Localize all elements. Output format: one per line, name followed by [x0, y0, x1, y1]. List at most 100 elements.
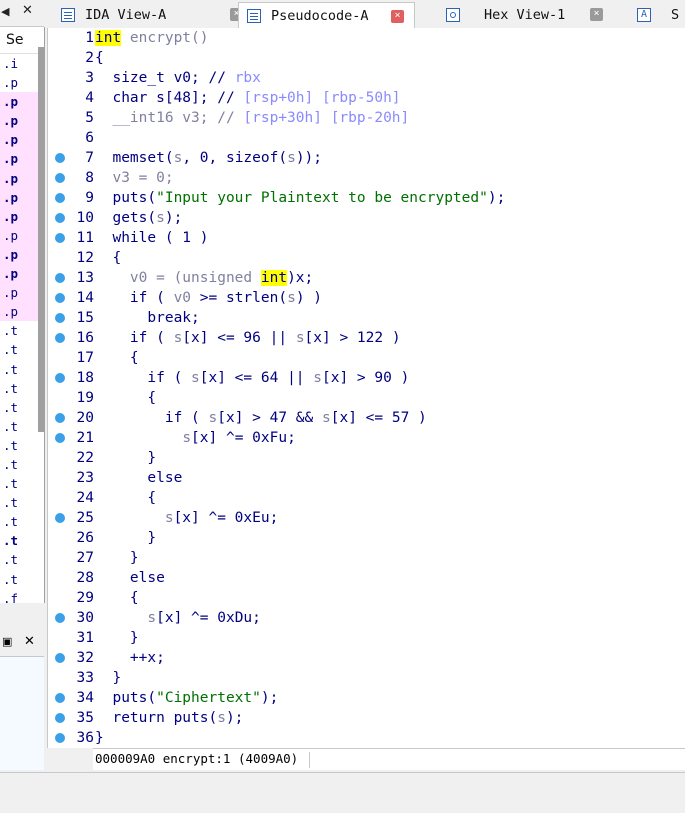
tab-pseudocode-a[interactable]: Pseudocode-A ×	[238, 2, 415, 29]
code-token[interactable]: )x;	[287, 270, 313, 286]
code-token[interactable]: size_t v0; //	[95, 70, 235, 86]
code-text[interactable]: s[x] ^= 0xDu;	[95, 608, 261, 628]
code-text[interactable]: while ( 1 )	[95, 228, 208, 248]
code-text[interactable]: size_t v0; // rbx	[95, 68, 260, 88]
segments-scrollbar[interactable]	[38, 47, 44, 432]
code-line[interactable]: 4 char s[48]; // [rsp+0h] [rbp-50h]	[48, 88, 685, 108]
code-text[interactable]: v0 = (unsigned int)x;	[95, 268, 313, 288]
breakpoint-dot-icon[interactable]	[55, 693, 65, 703]
code-token[interactable]: s	[182, 430, 191, 446]
code-token[interactable]: {	[95, 350, 139, 366]
breakpoint-dot-icon[interactable]	[55, 333, 65, 343]
code-text[interactable]: }	[95, 628, 139, 648]
code-line[interactable]: 8 v3 = 0;	[48, 168, 685, 188]
breakpoint-dot-icon[interactable]	[55, 713, 65, 723]
code-token[interactable]: return puts(	[95, 710, 217, 726]
code-token[interactable]: int	[260, 270, 288, 286]
code-token[interactable]: s	[156, 210, 165, 226]
code-token[interactable]: >= strlen(	[191, 290, 287, 306]
code-token[interactable]: }	[95, 730, 104, 746]
segment-row[interactable]: .f	[0, 589, 44, 603]
code-line[interactable]: 36}	[48, 728, 685, 748]
breakpoint-dot-icon[interactable]	[55, 433, 65, 443]
code-token[interactable]: , 0, sizeof(	[182, 150, 287, 166]
code-token[interactable]: gets(	[95, 210, 156, 226]
code-line[interactable]: 24 {	[48, 488, 685, 508]
code-token[interactable]: puts(	[95, 190, 156, 206]
code-token[interactable]: {	[95, 490, 156, 506]
code-line[interactable]: 29 {	[48, 588, 685, 608]
close-icon[interactable]: ✕	[22, 3, 33, 18]
code-line[interactable]: 26 }	[48, 528, 685, 548]
code-token[interactable]: puts(	[95, 690, 156, 706]
code-text[interactable]: {	[95, 248, 121, 268]
code-text[interactable]: gets(s);	[95, 208, 182, 228]
code-token[interactable]: if (	[95, 330, 174, 346]
code-token[interactable]: if (	[95, 410, 209, 426]
code-token[interactable]: s	[287, 150, 296, 166]
code-text[interactable]: else	[95, 568, 165, 588]
code-token[interactable]: [x] ^= 0xEu;	[174, 510, 279, 526]
breakpoint-dot-icon[interactable]	[55, 233, 65, 243]
code-text[interactable]: break;	[95, 308, 199, 328]
code-token[interactable]: else	[95, 470, 182, 486]
code-line[interactable]: 9 puts("Input your Plaintext to be encry…	[48, 188, 685, 208]
code-text[interactable]: __int16 v3; // [rsp+30h] [rbp-20h]	[95, 108, 409, 128]
code-token[interactable]: [x] <= 64 ||	[200, 370, 314, 386]
code-text[interactable]: if ( s[x] > 47 && s[x] <= 57 )	[95, 408, 427, 428]
code-text[interactable]: }	[95, 528, 156, 548]
code-text[interactable]: else	[95, 468, 182, 488]
code-token[interactable]: s	[191, 370, 200, 386]
code-text[interactable]: int encrypt()	[95, 28, 209, 48]
segment-row[interactable]: .t	[0, 512, 44, 531]
code-text[interactable]: if ( s[x] <= 96 || s[x] > 122 )	[95, 328, 401, 348]
code-text[interactable]: puts("Ciphertext");	[95, 688, 278, 708]
code-line[interactable]: 32 ++x;	[48, 648, 685, 668]
breakpoint-dot-icon[interactable]	[55, 653, 65, 663]
code-token[interactable]	[95, 430, 182, 446]
code-line[interactable]: 15 break;	[48, 308, 685, 328]
code-token[interactable]: ) )	[296, 290, 322, 306]
code-token[interactable]: s	[147, 610, 156, 626]
code-line[interactable]: 31 }	[48, 628, 685, 648]
code-token[interactable]: }	[95, 450, 156, 466]
code-line[interactable]: 10 gets(s);	[48, 208, 685, 228]
code-token[interactable]: [x] ^= 0xDu;	[156, 610, 261, 626]
code-line[interactable]: 13 v0 = (unsigned int)x;	[48, 268, 685, 288]
code-text[interactable]: puts("Input your Plaintext to be encrypt…	[95, 188, 505, 208]
code-token[interactable]	[95, 610, 147, 626]
tab-ida-view-a[interactable]: IDA View-A ×	[53, 2, 253, 27]
close-icon[interactable]: ✕	[24, 634, 35, 649]
code-line[interactable]: 5 __int16 v3; // [rsp+30h] [rbp-20h]	[48, 108, 685, 128]
segment-row[interactable]: .t	[0, 531, 44, 550]
code-line[interactable]: 3 size_t v0; // rbx	[48, 68, 685, 88]
breakpoint-dot-icon[interactable]	[55, 273, 65, 283]
code-token[interactable]: "Ciphertext"	[156, 690, 261, 706]
panel-collapse-icon[interactable]: ◀	[1, 5, 9, 18]
code-line[interactable]: 16 if ( s[x] <= 96 || s[x] > 122 )	[48, 328, 685, 348]
code-token[interactable]: s	[287, 290, 296, 306]
breakpoint-dot-icon[interactable]	[55, 193, 65, 203]
code-token[interactable]: );	[261, 690, 278, 706]
code-line[interactable]: 28 else	[48, 568, 685, 588]
code-line[interactable]: 34 puts("Ciphertext");	[48, 688, 685, 708]
code-text[interactable]: }	[95, 548, 139, 568]
code-token[interactable]: memset(	[95, 150, 173, 166]
code-token[interactable]: char s[48]; //	[95, 90, 243, 106]
code-token[interactable]: else	[95, 570, 165, 586]
code-line[interactable]: 12 {	[48, 248, 685, 268]
segment-row[interactable]: .t	[0, 570, 44, 589]
breakpoint-dot-icon[interactable]	[55, 373, 65, 383]
code-token[interactable]: if (	[95, 370, 191, 386]
code-token[interactable]: );	[226, 710, 243, 726]
code-token[interactable]: s	[174, 150, 183, 166]
code-token[interactable]: [x] > 47 &&	[217, 410, 322, 426]
code-token[interactable]: encrypt()	[121, 30, 209, 46]
code-line[interactable]: 6	[48, 128, 685, 148]
code-text[interactable]: s[x] ^= 0xFu;	[95, 428, 296, 448]
code-text[interactable]: {	[95, 48, 104, 68]
code-token[interactable]: s	[209, 410, 218, 426]
code-token[interactable]: {	[95, 50, 104, 66]
code-token[interactable]: ));	[296, 150, 322, 166]
tab-hex-view-1[interactable]: Hex View-1 ×	[438, 2, 613, 27]
